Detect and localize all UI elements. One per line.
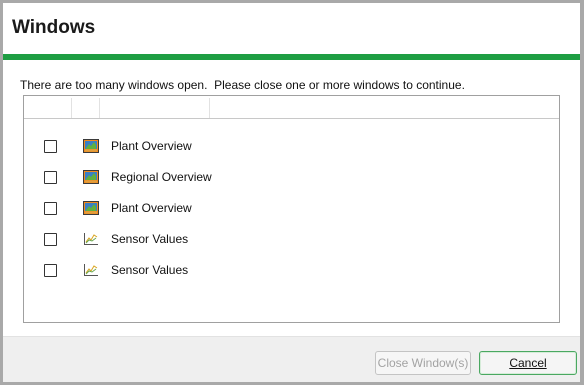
title-accent-bar <box>3 54 580 60</box>
column-divider[interactable] <box>99 98 100 118</box>
list-item[interactable]: Sensor Values <box>24 260 559 291</box>
trend-chart-icon <box>84 233 98 245</box>
overview-display-icon <box>83 170 99 184</box>
window-list[interactable]: Plant Overview Regional Overview Plant O… <box>23 95 560 323</box>
list-item[interactable]: Plant Overview <box>24 136 559 167</box>
row-checkbox[interactable] <box>44 233 57 246</box>
dialog-message: There are too many windows open. Please … <box>20 78 465 92</box>
overview-display-icon <box>83 139 99 153</box>
row-checkbox[interactable] <box>44 202 57 215</box>
cancel-button[interactable]: Cancel <box>479 351 577 375</box>
dialog-footer: Close Window(s) Cancel <box>3 336 580 382</box>
column-divider[interactable] <box>71 98 72 118</box>
dialog-title: Windows <box>12 17 96 38</box>
list-header <box>24 96 559 119</box>
row-label: Sensor Values <box>111 263 189 277</box>
column-divider[interactable] <box>209 98 210 118</box>
row-label: Plant Overview <box>111 139 192 153</box>
windows-dialog: Windows There are too many windows open.… <box>3 3 580 382</box>
close-windows-button-label: Close Window(s) <box>377 356 469 370</box>
row-label: Regional Overview <box>111 170 212 184</box>
close-windows-button[interactable]: Close Window(s) <box>375 351 471 375</box>
row-label: Plant Overview <box>111 201 192 215</box>
row-label: Sensor Values <box>111 232 189 246</box>
list-item[interactable]: Sensor Values <box>24 229 559 260</box>
row-checkbox[interactable] <box>44 171 57 184</box>
list-item[interactable]: Regional Overview <box>24 167 559 198</box>
trend-chart-icon <box>84 264 98 276</box>
row-checkbox[interactable] <box>44 140 57 153</box>
cancel-button-label: Cancel <box>509 356 547 370</box>
row-checkbox[interactable] <box>44 264 57 277</box>
overview-display-icon <box>83 201 99 215</box>
list-item[interactable]: Plant Overview <box>24 198 559 229</box>
